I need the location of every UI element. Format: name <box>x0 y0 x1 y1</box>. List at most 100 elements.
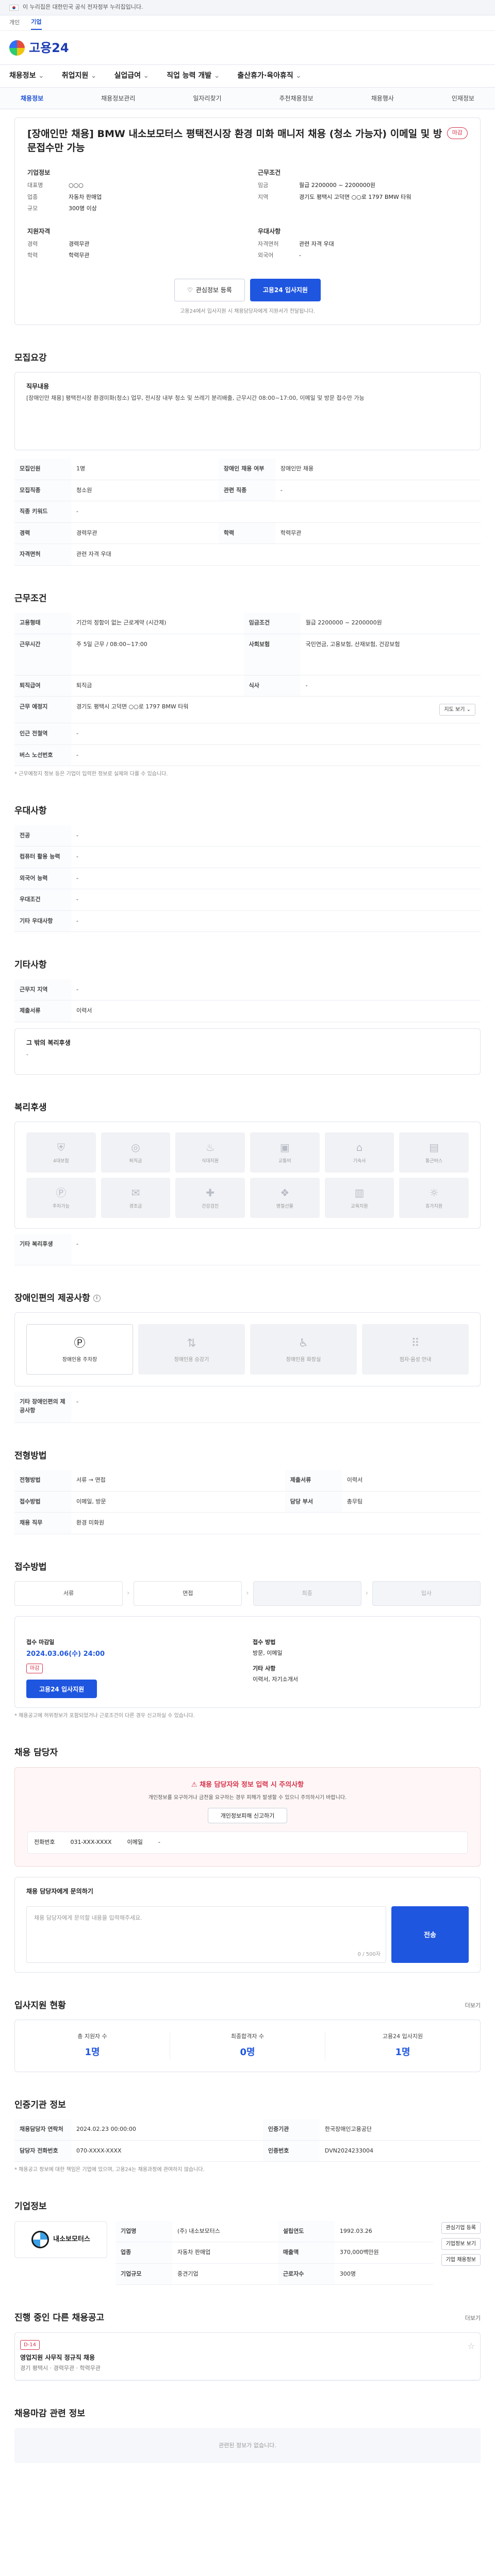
subtab-find[interactable]: 일자리찾기 <box>193 94 221 103</box>
cell-value: 경기도 평택시 고덕면 ○○로 1797 BMW 타워 지도 보기 ⌄ <box>71 696 481 724</box>
section-title-report: 채용 담당자 <box>14 1747 481 1760</box>
apply-button-bottom[interactable]: 고용24 입사지원 <box>26 1680 97 1699</box>
cell-head: 기타 우대사항 <box>14 910 71 933</box>
welfare-box: ⛨ 4대보험 ◎ 퇴직금 ♨ 식대지원 ▣ 교통비 ⌂ 기숙사 ▤ 통근버스 Ⓟ 주차가능 ✉… <box>14 1122 481 1229</box>
recruit-table: 모집인원 1명 장애인 채용 여부 장애인만 채용 모집직종 청소원 관련 직종 - 직종 … <box>14 459 481 566</box>
apply-button[interactable]: 고용24 입사지원 <box>250 278 321 301</box>
bus-icon: ▣ <box>279 1141 290 1154</box>
map-button[interactable]: 지도 보기 ⌄ <box>439 704 475 716</box>
book-icon: ▥ <box>354 1187 365 1199</box>
cell-value: - <box>71 744 481 767</box>
list-item[interactable]: D-14 영업지원 사무직 정규직 채용 경기 평택시 · 경력무관 · 학력무… <box>15 2333 480 2381</box>
info-icon[interactable]: i <box>93 1295 101 1302</box>
others-more-link[interactable]: 더보기 <box>465 2314 481 2323</box>
welfare-item: ✚ 건강검진 <box>175 1178 245 1218</box>
section-title-text: 채용마감 관련 정보 <box>14 2409 85 2419</box>
subtab-jobs[interactable]: 채용정보 <box>21 94 43 103</box>
cell-value: 관련 자격 우대 <box>71 544 481 566</box>
welfare-item-label: 건강검진 <box>202 1204 219 1210</box>
summary-work: 근무조건 임금 월급 2200000 ~ 2200000원 지역 경기도 평택시 고… <box>258 168 468 216</box>
cell-value: - <box>71 723 481 745</box>
arrow-right-icon: › <box>365 1589 368 1598</box>
cell-head: 경력 <box>14 522 71 545</box>
cell-head: 고용형태 <box>14 613 71 634</box>
braille-icon: ⠿ <box>411 1337 420 1350</box>
cell-value: 월급 2200000 ~ 2200000원 <box>300 613 481 634</box>
welfare-item-label: 주차가능 <box>52 1204 70 1210</box>
welfare-item: ▥ 교육지원 <box>324 1178 394 1218</box>
subtab-recommend[interactable]: 추천채용정보 <box>279 94 313 103</box>
welfare-item: ☼ 휴가지원 <box>399 1178 469 1218</box>
kv-value: 자동차 판매업 <box>69 193 102 200</box>
shuttle-icon: ▤ <box>429 1141 439 1154</box>
send-button[interactable]: 전송 <box>391 1906 469 1963</box>
welfare-item-label: 교통비 <box>278 1159 291 1164</box>
stats-more-link[interactable]: 더보기 <box>465 2002 481 2010</box>
site-header: 고용24 <box>0 31 495 65</box>
scrap-button[interactable]: ♡ 관심정보 등록 <box>174 278 245 301</box>
cell-head: 학력 <box>218 522 275 545</box>
stat-label: 고용24 입사지원 <box>382 2033 423 2040</box>
company-jobs-button[interactable]: 기업 채용정보 <box>441 2253 481 2266</box>
star-icon[interactable]: ☆ <box>468 2340 475 2373</box>
cell-value: 1명 <box>71 459 219 480</box>
section-title-text: 입사지원 현황 <box>14 2000 66 2011</box>
nav-item-jobs[interactable]: 채용정보 <box>9 71 44 81</box>
cell-value: 1992.03.26 <box>334 2221 433 2243</box>
tab-personal[interactable]: 개인 <box>9 19 20 27</box>
cell-value: 퇴직금 <box>71 675 244 697</box>
company-info-button[interactable]: 기업정보 보기 <box>441 2238 481 2250</box>
subtab-manage[interactable]: 채용정보관리 <box>101 94 135 103</box>
job-summary-grid: 기업정보 대표명 ○○○ 업종 자동차 판매업 규모 300명 이상 근무조건 임금 월… <box>27 168 468 263</box>
warning-box: ⚠ 채용 담당자와 정보 입력 시 주의사항 개인정보를 요구하거나 금전을 요… <box>14 1767 481 1867</box>
table-row: 담당자 전화번호 070-XXXX-XXXX 인증번호 DVN2024233004 <box>14 2140 481 2162</box>
deadline-value: 2024.03.06(수) 24:00 <box>26 1650 105 1658</box>
subtab-talent[interactable]: 인재정보 <box>452 94 474 103</box>
empty-state: 관련된 정보가 없습니다. <box>14 2428 481 2464</box>
summary-req-heading: 지원자격 <box>27 227 51 235</box>
company-block: 내소보모터스 기업명 (주) 내소보모터스 설립연도 1992.03.26 업종 자동차… <box>14 2221 481 2285</box>
apply-notice: 고용24에서 입사지원 시 채용담당자에게 지원서가 전달됩니다. <box>180 308 315 314</box>
welfare-item: ⌂ 기숙사 <box>324 1132 394 1173</box>
cell-head: 담당자 전화번호 <box>14 2140 71 2162</box>
global-nav: 채용정보 취업지원 실업급여 직업 능력 개발 출산휴가·육아휴직 <box>0 65 495 88</box>
process-step: 입사 <box>372 1581 481 1606</box>
nav-item-leave[interactable]: 출산휴가·육아휴직 <box>237 71 302 81</box>
cell-value: - <box>300 675 481 697</box>
etc-heading: 기타 사항 <box>253 1665 276 1672</box>
interest-company-button[interactable]: 관심기업 등록 <box>441 2222 481 2234</box>
report-button[interactable]: 개인정보피해 신고하기 <box>207 1808 288 1824</box>
nav-item-support[interactable]: 취업지원 <box>62 71 97 81</box>
cell-head: 기업규모 <box>116 2263 172 2285</box>
sub-tabs: 채용정보 채용정보관리 일자리찾기 추천채용정보 채용행사 인재정보 <box>0 88 495 109</box>
phone-label: 전화번호 <box>34 1839 55 1846</box>
nav-item-training[interactable]: 직업 능력 개발 <box>167 71 220 81</box>
welfare-grid: ⛨ 4대보험 ◎ 퇴직금 ♨ 식대지원 ▣ 교통비 ⌂ 기숙사 ▤ 통근버스 Ⓟ 주차가능 ✉… <box>15 1122 480 1228</box>
status-badge: 마감 <box>447 127 468 139</box>
kv-key: 학력 <box>27 252 38 259</box>
section-title-others: 진행 중인 다른 채용공고 더보기 <box>14 2312 481 2325</box>
cell-head: 담당 부서 <box>285 1491 342 1513</box>
section-title-stats: 입사지원 현황 더보기 <box>14 1999 481 2013</box>
table-row: 직종 키워드 - <box>14 501 481 523</box>
table-row: 접수방법 이메일, 방문 담당 부서 총무팀 <box>14 1491 481 1513</box>
cell-head: 식사 <box>243 675 301 697</box>
subtab-events[interactable]: 채용행사 <box>371 94 394 103</box>
disability-extra-table: 기타 장애인편의 제공사항 - <box>14 1392 481 1423</box>
inquiry-textarea[interactable]: 채용 담당자에게 문의할 내용을 입력해주세요. 0 / 500자 <box>26 1906 386 1963</box>
welfare-item-label: 통근버스 <box>425 1159 443 1164</box>
method-value: 방문, 이메일 <box>253 1649 283 1656</box>
section-title-manager: 인증기관 정보 <box>14 2099 481 2112</box>
process-steps: 서류 › 면접 › 최종 › 입사 <box>14 1581 481 1606</box>
nav-item-benefit[interactable]: 실업급여 <box>114 71 149 81</box>
home-icon: ⌂ <box>356 1141 363 1154</box>
cell-head: 제출서류 <box>285 1470 342 1492</box>
cell-head: 전형방법 <box>14 1470 71 1492</box>
tab-corporate[interactable]: 기업 <box>31 16 42 30</box>
job-desc: [장애인만 채용] 평택전시장 환경미화(청소) 업무, 전시장 내부 청소 및… <box>26 395 365 402</box>
manager-note: * 채용공고 정보에 대한 책임은 기업에 있으며, 고용24는 채용과정에 관… <box>14 2167 205 2173</box>
kv-value: 학력무관 <box>69 252 90 259</box>
elevator-icon: ⇅ <box>187 1337 196 1350</box>
kv-key: 규모 <box>27 205 38 212</box>
site-logo[interactable]: 고용24 <box>9 39 69 57</box>
